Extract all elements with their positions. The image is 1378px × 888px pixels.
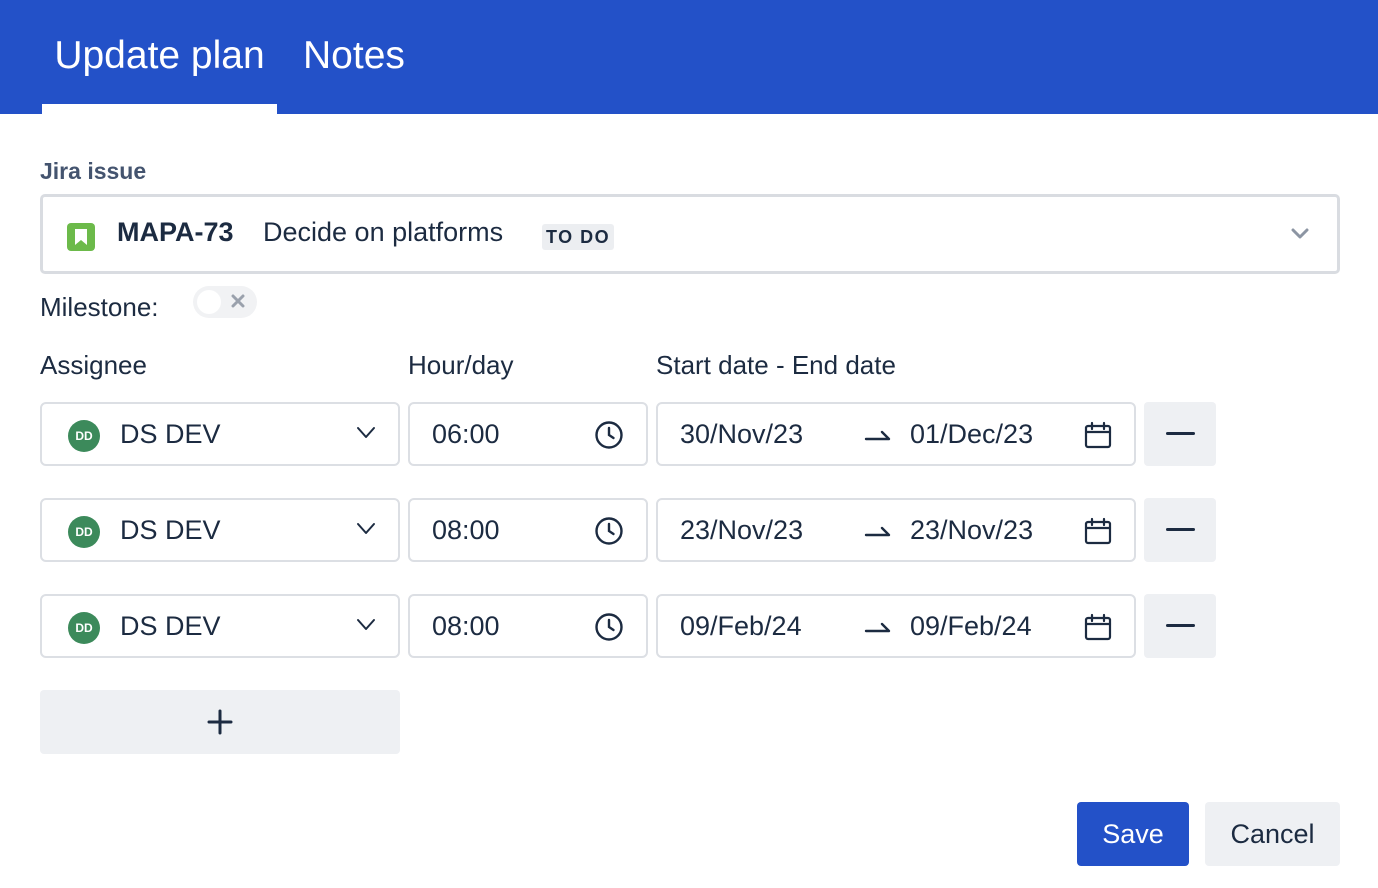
start-date[interactable]: 23/Nov/23: [680, 515, 803, 546]
plus-icon: [207, 709, 233, 735]
assignee-select[interactable]: DD DS DEV: [40, 402, 400, 466]
hours-input[interactable]: 06:00: [408, 402, 648, 466]
milestone-label: Milestone:: [40, 292, 159, 322]
end-date[interactable]: 09/Feb/24: [910, 611, 1032, 642]
hours-input[interactable]: 08:00: [408, 498, 648, 562]
issue-key: MAPA-73: [117, 217, 234, 247]
end-date[interactable]: 01/Dec/23: [910, 419, 1033, 450]
chevron-down-icon: [356, 426, 376, 445]
date-range-picker[interactable]: 23/Nov/23 23/Nov/23: [656, 498, 1136, 562]
jira-issue-label: Jira issue: [40, 158, 147, 184]
tab-notes[interactable]: Notes: [303, 30, 405, 114]
minus-icon: [1166, 624, 1195, 627]
remove-row-button[interactable]: [1144, 594, 1216, 658]
avatar: DD: [68, 612, 100, 644]
assignee-select[interactable]: DD DS DEV: [40, 498, 400, 562]
active-tab-indicator: [42, 104, 277, 114]
save-button[interactable]: Save: [1077, 802, 1189, 866]
hours-value: 08:00: [432, 515, 500, 545]
milestone-toggle[interactable]: [193, 286, 257, 318]
story-bookmark-icon: [67, 223, 95, 251]
minus-icon: [1166, 528, 1195, 531]
avatar: DD: [68, 516, 100, 548]
arrow-right-icon: [864, 428, 892, 449]
remove-row-button[interactable]: [1144, 498, 1216, 562]
avatar: DD: [68, 420, 100, 452]
chevron-down-icon: [356, 618, 376, 637]
jira-issue-select[interactable]: MAPA-73 Decide on platforms TO DO: [40, 194, 1340, 274]
clock-icon[interactable]: [594, 612, 624, 647]
arrow-right-icon: [864, 524, 892, 545]
hours-value: 08:00: [432, 611, 500, 641]
chevron-down-icon: [356, 522, 376, 541]
minus-icon: [1166, 432, 1195, 435]
calendar-icon[interactable]: [1084, 517, 1112, 550]
date-range-picker[interactable]: 30/Nov/23 01/Dec/23: [656, 402, 1136, 466]
start-date[interactable]: 09/Feb/24: [680, 611, 802, 642]
close-icon: [231, 294, 245, 313]
issue-summary: Decide on platforms: [263, 217, 504, 247]
arrow-right-icon: [864, 620, 892, 641]
hours-value: 06:00: [432, 419, 500, 449]
start-date[interactable]: 30/Nov/23: [680, 419, 803, 450]
clock-icon[interactable]: [594, 420, 624, 455]
remove-row-button[interactable]: [1144, 402, 1216, 466]
clock-icon[interactable]: [594, 516, 624, 551]
hours-input[interactable]: 08:00: [408, 594, 648, 658]
assignee-name: DS DEV: [120, 515, 221, 545]
calendar-icon[interactable]: [1084, 421, 1112, 454]
dates-column-label: Start date - End date: [656, 350, 896, 380]
end-date[interactable]: 23/Nov/23: [910, 515, 1033, 546]
assignee-select[interactable]: DD DS DEV: [40, 594, 400, 658]
status-badge: TO DO: [542, 224, 615, 250]
tab-update-plan[interactable]: Update plan: [42, 30, 277, 114]
hours-column-label: Hour/day: [408, 350, 514, 380]
header-bar: Update plan Notes: [0, 0, 1378, 114]
calendar-icon[interactable]: [1084, 613, 1112, 646]
date-range-picker[interactable]: 09/Feb/24 09/Feb/24: [656, 594, 1136, 658]
toggle-knob: [197, 290, 221, 314]
chevron-down-icon: [1291, 227, 1309, 245]
assignee-name: DS DEV: [120, 419, 221, 449]
add-row-button[interactable]: [40, 690, 400, 754]
cancel-button[interactable]: Cancel: [1205, 802, 1340, 866]
assignee-column-label: Assignee: [40, 350, 147, 380]
assignee-name: DS DEV: [120, 611, 221, 641]
